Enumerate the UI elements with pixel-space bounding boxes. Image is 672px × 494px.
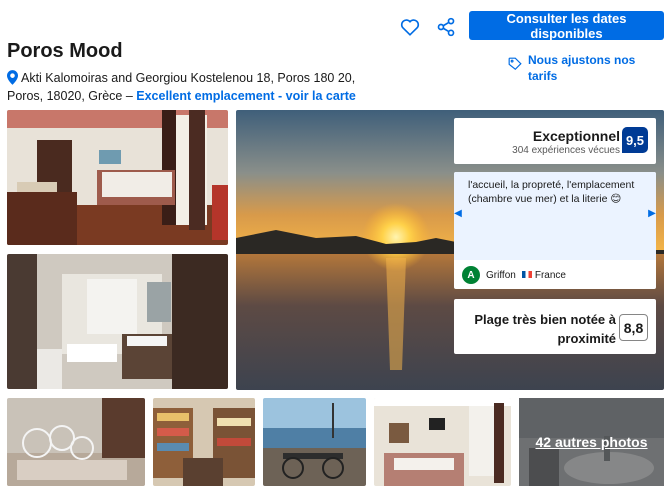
photo-bathroom[interactable] [7, 254, 228, 389]
more-photos-button[interactable]: 42 autres photos [519, 398, 664, 486]
glasses-photo-image [7, 398, 145, 486]
price-match-label: Nous ajustons nos tarifs [528, 53, 636, 83]
reviewer-avatar: A [462, 266, 480, 284]
reviewer-info: A Griffon France [462, 266, 566, 284]
photo-thumb-glasses[interactable] [7, 398, 145, 486]
price-tag-icon [508, 57, 522, 71]
room-photo-image [374, 398, 511, 486]
review-score-label: Exceptionnel [532, 128, 620, 144]
price-match-link[interactable]: Nous ajustons nos tarifs [508, 52, 658, 84]
beach-rating-card[interactable]: Plage très bien notée à proximité 8,8 [454, 299, 656, 354]
chevron-right-icon: ▶ [648, 207, 656, 219]
review-quote: l'accueil, la propreté, l'emplacement (c… [454, 172, 656, 260]
photo-thumb-room[interactable] [374, 398, 511, 486]
save-heart-button[interactable] [398, 15, 422, 39]
review-count: 304 expériences vécues [512, 145, 620, 156]
reviewer-name: Griffon [486, 269, 516, 281]
property-address: Akti Kalomoiras and Georgiou Kostelenou … [7, 69, 392, 105]
shop-photo-image [153, 398, 255, 486]
review-next-arrow[interactable]: ▶ [648, 204, 656, 222]
share-icon [437, 17, 455, 37]
france-flag-icon [521, 270, 532, 278]
beach-rating-label: Plage très bien notée à proximité [474, 312, 616, 346]
location-pin-icon [7, 70, 18, 85]
review-prev-arrow[interactable]: ◀ [454, 204, 462, 222]
address-separator: – [122, 89, 137, 103]
property-title: Poros Mood [7, 40, 123, 62]
balcony-photo-image [263, 398, 366, 486]
location-map-link[interactable]: Excellent emplacement - voir la carte [136, 89, 356, 103]
photo-bedroom[interactable] [7, 110, 228, 245]
beach-score-badge: 8,8 [619, 314, 648, 341]
more-photos-overlay: 42 autres photos [519, 398, 664, 486]
photo-thumb-shop[interactable] [153, 398, 255, 486]
review-score-card[interactable]: Exceptionnel 304 expériences vécues 9,5 [454, 118, 656, 164]
photo-thumb-balcony[interactable] [263, 398, 366, 486]
heart-icon [400, 19, 420, 36]
review-score-badge: 9,5 [622, 127, 648, 153]
guest-review-card: l'accueil, la propreté, l'emplacement (c… [454, 172, 656, 289]
share-button[interactable] [434, 15, 458, 39]
bedroom-photo-image [7, 110, 228, 245]
reviewer-country-label: France [534, 269, 566, 281]
more-photos-label: 42 autres photos [535, 434, 648, 450]
reviewer-country: France [521, 269, 566, 281]
check-availability-button[interactable]: Consulter les dates disponibles [469, 11, 664, 41]
chevron-left-icon: ◀ [454, 207, 462, 219]
bathroom-photo-image [7, 254, 228, 389]
